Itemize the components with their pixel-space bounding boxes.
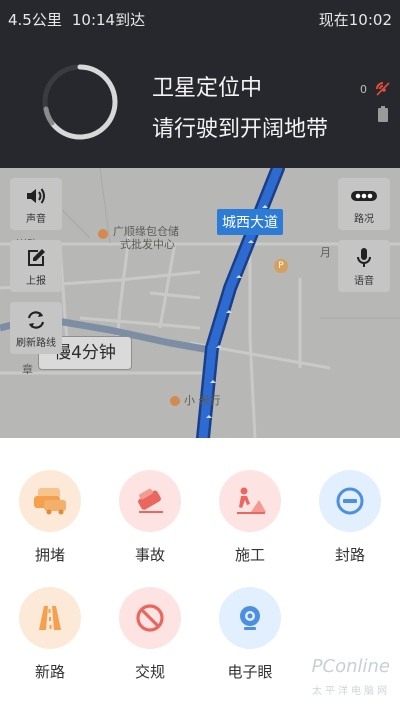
construction-icon	[237, 487, 266, 514]
traffic-jam-icon	[34, 488, 66, 515]
traffic-icon	[351, 191, 377, 201]
voice-button[interactable]: 语音	[338, 240, 390, 292]
report-road-closed[interactable]: 封路	[300, 470, 400, 590]
refresh-route-button[interactable]: 刷新路线	[10, 302, 62, 354]
poi-label-rice: 小 米行	[184, 394, 221, 407]
report-button-label: 上报	[26, 276, 46, 287]
poi-label-2: 式批发中心	[120, 238, 175, 251]
report-new-road[interactable]: 新路	[0, 587, 100, 707]
gps-hint-text: 请行驶到开阔地带	[152, 117, 329, 142]
traffic-button[interactable]: 路况	[338, 178, 390, 230]
report-construction-label: 施工	[234, 546, 265, 564]
traffic-rule-icon	[136, 604, 164, 632]
refresh-route-label: 刷新路线	[16, 338, 56, 349]
watermark-subtitle: 太平洋电脑网	[312, 686, 390, 697]
report-accident-label: 事故	[134, 546, 165, 564]
traffic-button-label: 路况	[354, 214, 374, 225]
report-button[interactable]: 上报	[10, 240, 62, 292]
remaining-distance: 4.5公里	[8, 11, 62, 29]
speaker-icon	[27, 188, 45, 204]
street-label-left: 章	[22, 363, 33, 376]
gps-status-text: 卫星定位中	[152, 76, 263, 101]
report-construction[interactable]: 施工	[200, 470, 300, 590]
microphone-icon	[357, 248, 371, 267]
street-label-right: 月	[320, 246, 331, 259]
navigation-header: 4.5公里 10:14到达 现在10:02 卫星定位中 请行驶到开阔地带 0	[0, 0, 400, 168]
gps-loading-spinner-icon	[42, 64, 118, 140]
report-accident[interactable]: 事故	[100, 470, 200, 590]
watermark-logo: PConline	[311, 656, 390, 677]
parking-icon[interactable]: P	[274, 259, 288, 273]
report-traffic-rule-label: 交规	[134, 663, 165, 681]
sound-button-label: 声音	[26, 214, 46, 225]
battery-icon	[378, 106, 388, 122]
voice-button-label: 语音	[354, 276, 374, 287]
report-camera-label: 电子眼	[227, 663, 273, 681]
arrival-time: 10:14到达	[71, 11, 146, 29]
status-line: 4.5公里 10:14到达 现在10:02	[8, 9, 392, 29]
poi-marker-rice[interactable]	[170, 396, 180, 406]
satellite-signal-off-icon	[376, 82, 390, 96]
report-new-road-label: 新路	[34, 663, 65, 681]
report-traffic-jam-label: 拥堵	[34, 546, 65, 564]
road-name-label: 城西大道	[217, 209, 283, 235]
road-closed-icon	[336, 487, 364, 515]
refresh-icon	[27, 311, 45, 329]
accident-icon	[138, 488, 163, 513]
sound-button[interactable]: 声音	[10, 178, 62, 230]
report-edit-icon	[28, 249, 45, 266]
map-view[interactable]: 广顺缘包仓储 式批发中心 岗路 月 章 P 小 米行 城西大道 慢4分钟 声音 …	[0, 168, 400, 438]
camera-icon	[240, 606, 260, 630]
new-road-icon	[39, 606, 61, 630]
current-time: 现在10:02	[318, 11, 392, 29]
satellite-count: 0	[360, 83, 367, 96]
report-traffic-rule[interactable]: 交规	[100, 587, 200, 707]
poi-marker[interactable]	[98, 229, 108, 239]
report-traffic-jam[interactable]: 拥堵	[0, 470, 100, 590]
report-panel: 拥堵 事故 施工 封路 新路 交规 电子眼 PConline 太平洋电脑网	[0, 438, 400, 711]
report-road-closed-label: 封路	[334, 546, 365, 564]
report-camera[interactable]: 电子眼	[200, 587, 300, 707]
